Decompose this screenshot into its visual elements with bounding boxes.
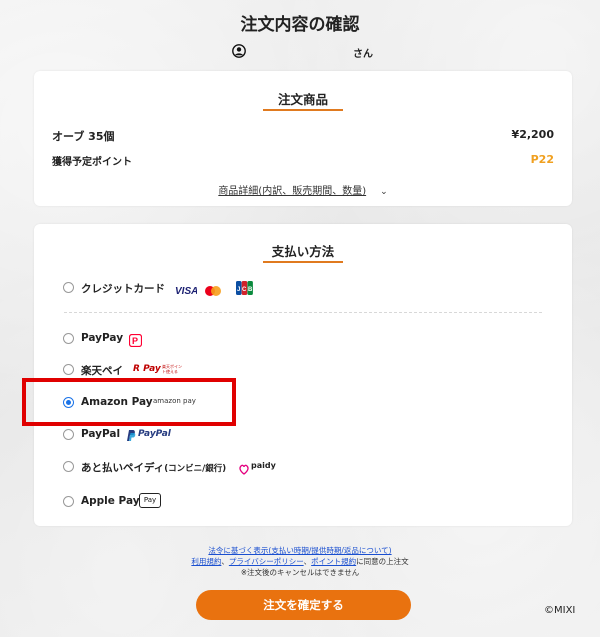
payment-option-paidy[interactable]: あと払いペイディ(コンビニ/銀行) paidy (63, 459, 303, 475)
order-title-underline (263, 109, 343, 111)
radio-apple-pay[interactable] (63, 496, 74, 507)
payment-method-card: 支払い方法 クレジットカード VISA J C B PayPay P 楽天ペイ … (34, 224, 572, 526)
option-label-paypal: PayPal (81, 428, 121, 440)
points-terms-link[interactable]: ポイント規約 (311, 557, 356, 566)
payment-section-title: 支払い方法 (271, 244, 335, 259)
paidy-logo-icon (239, 460, 249, 479)
payment-option-apple-pay[interactable]: Apple Pay Pay (63, 493, 233, 510)
paypay-logo-icon: P (128, 332, 143, 351)
legal-disclosure-link[interactable]: 法令に基づく表示(支払い時期/提供時期/返品について) (208, 546, 391, 555)
chevron-down-icon[interactable]: ⌄ (380, 187, 388, 197)
jcb-logo-icon: J C B (236, 280, 253, 299)
order-items-card: 注文商品 オーブ 35個 ¥2,200 獲得予定ポイント P22 商品詳細(内訳… (34, 71, 572, 206)
privacy-policy-link[interactable]: プライバシーポリシー (229, 557, 304, 566)
payment-option-rakuten-pay[interactable]: 楽天ペイ R Pay 楽天ポイント使える (63, 362, 233, 378)
paidy-wordmark: paidy (251, 461, 276, 470)
terms-link[interactable]: 利用規約 (191, 557, 221, 566)
legal-separator-1: 、 (221, 557, 229, 566)
cancel-note: ※注文後のキャンセルはできません (240, 568, 360, 577)
svg-text:P: P (132, 336, 138, 346)
payment-option-paypal[interactable]: PayPal PayPal (63, 427, 233, 443)
points-label: 獲得予定ポイント (52, 157, 132, 168)
radio-rakuten-pay[interactable] (63, 364, 74, 375)
payment-option-paypay[interactable]: PayPay P (63, 331, 223, 348)
visa-logo-icon: VISA (175, 281, 198, 300)
payment-title-underline (263, 261, 343, 263)
option-label-paypay: PayPay (81, 332, 124, 344)
copyright: ©MIXI (544, 605, 576, 616)
radio-paypal[interactable] (63, 429, 74, 440)
item-name: オーブ 35個 (52, 130, 115, 143)
paidy-label-main: あと払いペイディ (81, 462, 165, 474)
user-avatar-icon (232, 44, 246, 58)
paidy-label-sub: (コンビニ/銀行) (164, 464, 227, 474)
points-value: P22 (530, 153, 554, 166)
confirm-order-button[interactable]: 注文を確定する (196, 590, 411, 620)
product-details-toggle[interactable]: 商品詳細(内訳、販売期間、数量) ⌄ (34, 182, 572, 197)
radio-credit-card[interactable] (63, 282, 74, 293)
rakuten-points-caption: 楽天ポイント使える (162, 364, 182, 374)
option-label-apple-pay: Apple Pay (81, 495, 140, 507)
apple-pay-wordmark: Pay (143, 496, 157, 504)
option-label-paidy: あと払いペイディ(コンビニ/銀行) (81, 460, 226, 475)
svg-text:VISA: VISA (175, 286, 197, 296)
user-row: さん (0, 44, 600, 60)
highlight-box (22, 378, 236, 426)
user-name-suffix: さん (353, 49, 373, 60)
item-price: ¥2,200 (511, 128, 554, 141)
order-section-title: 注文商品 (277, 92, 328, 107)
page-title: 注文内容の確認 (240, 15, 360, 35)
agreement-text: に同意の上注文 (356, 557, 409, 566)
payment-option-credit-card[interactable]: クレジットカード VISA J C B (63, 280, 313, 299)
svg-text:J C B: J C B (237, 287, 253, 293)
mastercard-logo-icon (204, 282, 222, 301)
apple-pay-logo-icon: Pay (139, 493, 161, 508)
paypal-wordmark: PayPal (138, 429, 171, 439)
paypal-logo-icon (125, 427, 136, 446)
option-label-credit-card: クレジットカード (81, 283, 165, 295)
rakuten-pay-logo-icon: R Pay (133, 364, 161, 374)
radio-paidy[interactable] (63, 461, 74, 472)
payment-divider (64, 312, 542, 313)
product-details-link[interactable]: 商品詳細(内訳、販売期間、数量) (218, 186, 366, 197)
option-label-rakuten-pay: 楽天ペイ (81, 365, 123, 377)
radio-paypay[interactable] (63, 333, 74, 344)
legal-notice: 法令に基づく表示(支払い時期/提供時期/返品について) 利用規約、プライバシーポ… (0, 545, 600, 578)
